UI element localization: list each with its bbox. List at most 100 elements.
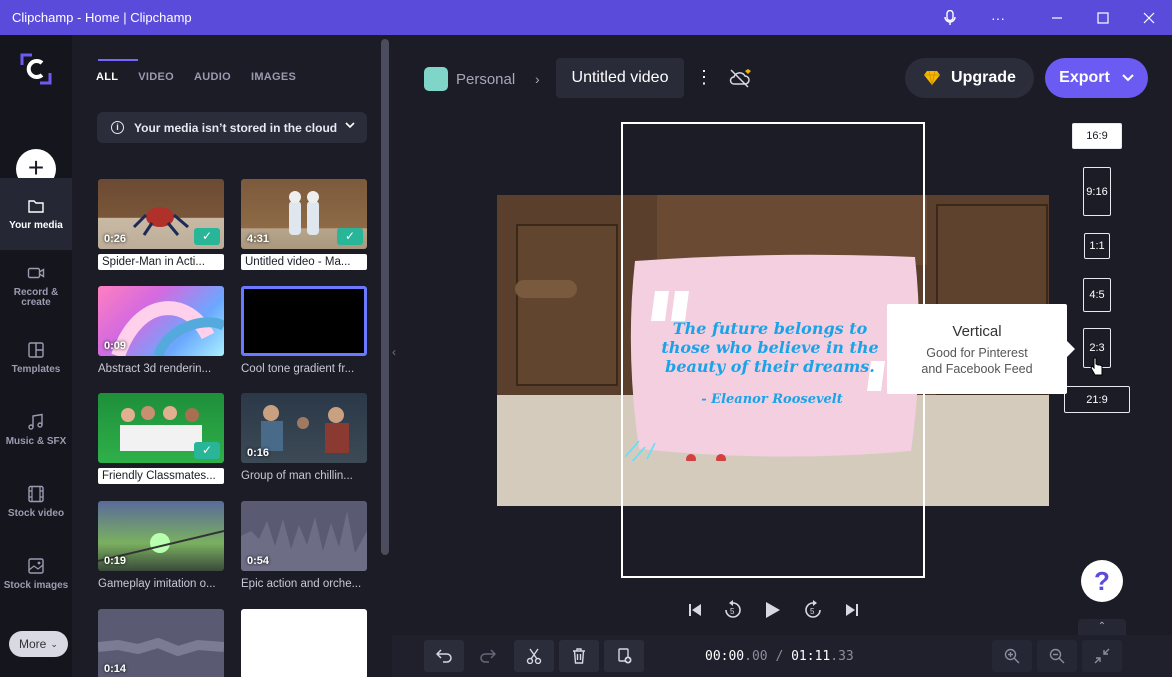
fit-timeline-icon[interactable] bbox=[1082, 640, 1122, 672]
tile-duration: 4:31 bbox=[247, 233, 270, 245]
skip-to-start-icon[interactable] bbox=[685, 600, 705, 620]
rail-item-label: Stock images bbox=[3, 580, 69, 591]
zoom-in-icon[interactable] bbox=[992, 640, 1032, 672]
more-button[interactable]: More ⌄ bbox=[9, 631, 68, 657]
rewind-5s-icon[interactable]: 5 bbox=[722, 600, 744, 620]
media-tile[interactable] bbox=[241, 609, 367, 677]
folder-icon bbox=[28, 200, 44, 213]
rail-item-templates[interactable]: Templates bbox=[0, 322, 72, 394]
media-panel: ALL VIDEO AUDIO IMAGES i Your media isn’… bbox=[72, 35, 392, 677]
check-icon: ✓ bbox=[194, 228, 220, 245]
aspect-ratio-21-9[interactable]: 21:9 bbox=[1064, 386, 1130, 413]
duplicate-icon[interactable] bbox=[604, 640, 644, 672]
current-time-frac: .00 bbox=[744, 649, 768, 664]
tile-label: Group of man chillin... bbox=[241, 470, 353, 482]
chevron-down-icon bbox=[1122, 74, 1134, 82]
chevron-down-icon: ⌄ bbox=[50, 638, 58, 649]
info-icon: i bbox=[111, 121, 124, 134]
tile-duration: 0:14 bbox=[104, 663, 127, 675]
scissors-icon[interactable] bbox=[514, 640, 554, 672]
project-title[interactable]: Untitled video bbox=[556, 58, 684, 98]
rail-item-record-create[interactable]: Record & create bbox=[0, 250, 72, 322]
chevron-right-icon: › bbox=[535, 71, 540, 87]
tile-duration: 0:09 bbox=[104, 340, 127, 352]
more-options-icon[interactable]: ··· bbox=[975, 0, 1021, 35]
media-tile[interactable]: 4:31 ✓ bbox=[241, 179, 367, 249]
forward-5s-icon[interactable]: 5 bbox=[802, 600, 824, 620]
check-icon: ✓ bbox=[337, 228, 363, 245]
undo-icon[interactable] bbox=[424, 640, 464, 672]
total-time: 01:11 bbox=[791, 649, 831, 664]
kebab-menu-icon[interactable]: ⋮ bbox=[695, 67, 713, 87]
time-separator: / bbox=[767, 649, 792, 664]
rail-item-label: Stock video bbox=[7, 508, 65, 519]
aspect-ratio-1-1[interactable]: 1:1 bbox=[1084, 233, 1110, 259]
workspace-chip[interactable]: Personal bbox=[424, 67, 515, 91]
tab-video[interactable]: VIDEO bbox=[138, 71, 174, 83]
media-tile[interactable]: 0:19 bbox=[98, 501, 224, 571]
aspect-ratio-4-5[interactable]: 4:5 bbox=[1083, 278, 1111, 312]
aspect-ratio-16-9[interactable]: 16:9 bbox=[1072, 123, 1122, 149]
timecode: 00:00.00 / 01:11.33 bbox=[705, 649, 854, 664]
nav-rail: + Your media Record & create Templates M… bbox=[0, 35, 72, 677]
media-scrollbar[interactable] bbox=[381, 39, 389, 555]
upgrade-button[interactable]: Upgrade bbox=[905, 58, 1034, 98]
help-button[interactable]: ? bbox=[1081, 560, 1123, 602]
skip-to-end-icon[interactable] bbox=[842, 600, 862, 620]
rail-item-stock-images[interactable]: Stock images bbox=[0, 538, 72, 610]
quote-text: The future belongs to those who believe … bbox=[661, 319, 879, 376]
microphone-icon[interactable] bbox=[927, 0, 973, 35]
rail-item-stock-video[interactable]: Stock video bbox=[0, 466, 72, 538]
media-tile[interactable]: 0:26 ✓ bbox=[98, 179, 224, 249]
trash-icon[interactable] bbox=[559, 640, 599, 672]
check-icon: ✓ bbox=[194, 442, 220, 459]
redo-icon[interactable] bbox=[468, 640, 508, 672]
media-tile[interactable]: ✓ bbox=[98, 393, 224, 463]
media-tile[interactable] bbox=[241, 286, 367, 356]
svg-text:5: 5 bbox=[730, 607, 735, 616]
zoom-out-icon[interactable] bbox=[1037, 640, 1077, 672]
play-icon[interactable] bbox=[763, 600, 783, 620]
media-tile[interactable]: 0:16 bbox=[241, 393, 367, 463]
music-note-icon bbox=[28, 413, 43, 430]
export-button[interactable]: Export bbox=[1045, 58, 1148, 98]
tab-all[interactable]: ALL bbox=[96, 71, 118, 83]
cloud-notice[interactable]: i Your media isn’t stored in the cloud bbox=[97, 112, 367, 143]
editor-main: ‹ Personal › Untitled video ⋮ Upgrade Ex… bbox=[392, 35, 1172, 677]
maximize-icon[interactable] bbox=[1080, 0, 1126, 35]
media-tile[interactable]: 0:09 bbox=[98, 286, 224, 356]
rail-item-label: Your media bbox=[9, 220, 63, 231]
tile-duration: 0:26 bbox=[104, 233, 127, 245]
svg-text:5: 5 bbox=[810, 607, 815, 616]
templates-icon bbox=[28, 342, 44, 358]
clipchamp-app: Clipchamp - Home | Clipchamp ··· + Your … bbox=[0, 0, 1172, 677]
rail-item-your-media[interactable]: Your media bbox=[0, 178, 72, 250]
tab-audio[interactable]: AUDIO bbox=[194, 71, 231, 83]
tooltip-title: Vertical bbox=[952, 323, 1002, 340]
clipchamp-logo[interactable] bbox=[18, 51, 54, 87]
tab-images[interactable]: IMAGES bbox=[251, 71, 296, 83]
workspace-name: Personal bbox=[456, 70, 516, 88]
aspect-ratio-9-16[interactable]: 9:16 bbox=[1083, 167, 1111, 216]
media-tile[interactable]: 0:14 bbox=[98, 609, 224, 677]
film-icon bbox=[28, 485, 44, 503]
tile-duration: 0:19 bbox=[104, 555, 127, 567]
rail-item-label: Record & create bbox=[13, 287, 59, 308]
workspace-avatar bbox=[424, 67, 448, 91]
tile-duration: 0:16 bbox=[247, 447, 270, 459]
media-tabs: ALL VIDEO AUDIO IMAGES bbox=[96, 71, 316, 83]
camera-icon bbox=[27, 267, 45, 279]
export-label: Export bbox=[1059, 69, 1110, 86]
tile-label: Epic action and orche... bbox=[241, 578, 362, 590]
rail-item-music-sfx[interactable]: Music & SFX bbox=[0, 394, 72, 466]
media-tile[interactable]: 0:54 bbox=[241, 501, 367, 571]
tile-duration: 0:54 bbox=[247, 555, 270, 567]
tile-label: Untitled video - Ma... bbox=[241, 254, 367, 270]
collapse-panel-icon[interactable]: ‹ bbox=[392, 345, 408, 367]
tile-label: Cool tone gradient fr... bbox=[241, 363, 355, 375]
rail-item-label: Music & SFX bbox=[5, 436, 67, 447]
close-icon[interactable] bbox=[1126, 0, 1172, 35]
expand-timeline-icon[interactable]: ⌃ bbox=[1078, 619, 1126, 635]
minimize-icon[interactable] bbox=[1034, 0, 1080, 35]
cloud-off-icon[interactable] bbox=[728, 67, 751, 89]
